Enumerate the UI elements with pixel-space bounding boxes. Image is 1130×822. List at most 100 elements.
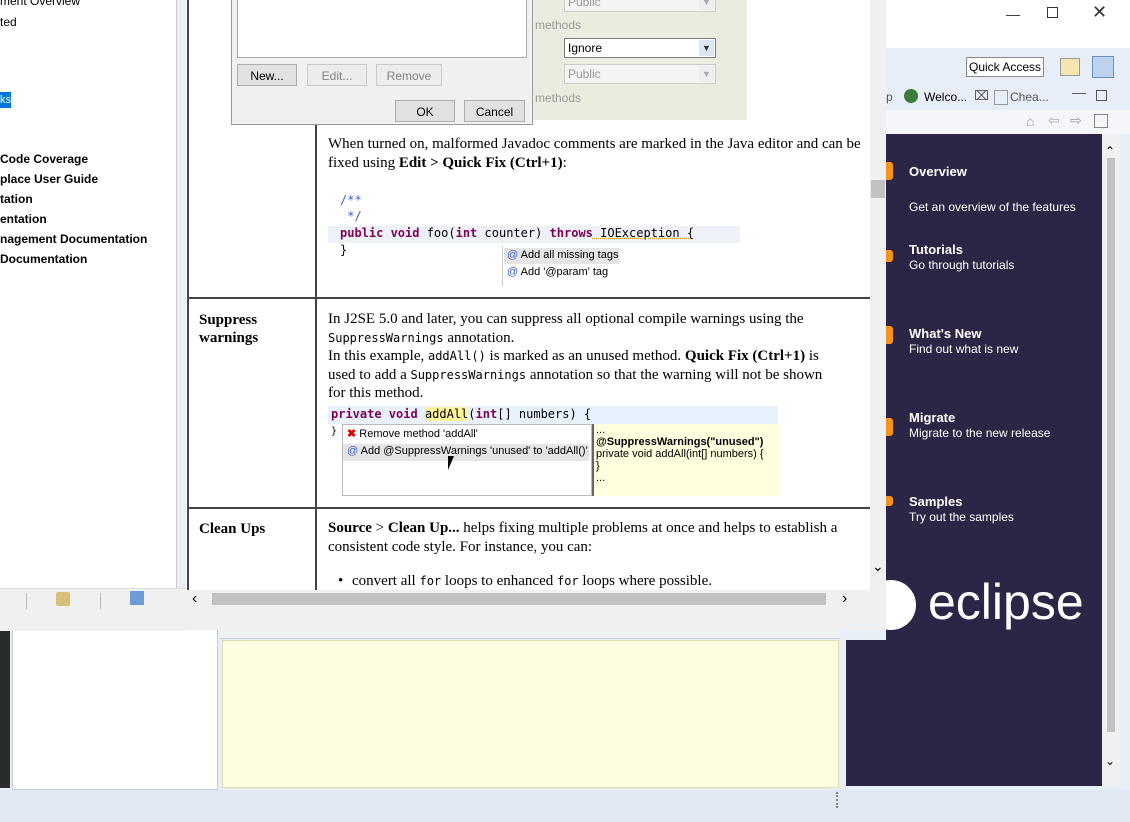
cleanups-bullet: • convert all for loops to enhanced for l… <box>338 572 862 590</box>
cancel-button[interactable]: Cancel <box>464 100 525 122</box>
welcome-item-whats-new[interactable]: What's New Find out what is new <box>886 324 1096 384</box>
quick-fix-preview: ... @SuppressWarnings("unused") private … <box>592 424 780 496</box>
popup-item-label: Add @SuppressWarnings 'unused' to 'addAl… <box>360 445 588 457</box>
view-minimize-icon[interactable]: — <box>1072 84 1086 100</box>
edit-button[interactable]: Edit... <box>307 64 367 86</box>
welcome-item-title: Migrate <box>909 410 956 425</box>
view-maximize-icon[interactable] <box>1096 90 1107 101</box>
text: for this method. <box>328 385 424 401</box>
text: used to add a <box>328 366 411 383</box>
chevron-down-icon: ▼ <box>699 40 714 56</box>
tree-item[interactable]: place User Guide <box>0 172 98 186</box>
code-text: IOException { <box>592 226 695 240</box>
popup-item[interactable]: @ Add @SuppressWarnings 'unused' to 'add… <box>347 445 588 457</box>
cheatsheet-tab-icon <box>994 90 1008 105</box>
scroll-left-icon[interactable]: ‹ <box>192 590 197 608</box>
welcome-item-overview[interactable]: Overview Get an overview of the features <box>886 160 1096 240</box>
text: convert all <box>352 573 420 589</box>
inline-code: addAll() <box>427 349 486 363</box>
new-button[interactable]: New... <box>237 64 297 86</box>
scroll-down-icon[interactable]: ⌄ <box>872 558 884 575</box>
samples-icon <box>886 496 893 506</box>
minimize-icon[interactable]: — <box>1006 6 1020 22</box>
tree-item[interactable]: Code Coverage <box>0 152 88 166</box>
bookmark-icon[interactable] <box>130 591 144 605</box>
code-line: private void addAll(int[] numbers) { <box>331 407 592 421</box>
code-text: counter) <box>477 226 543 240</box>
inline-code: for <box>419 574 442 588</box>
ok-button[interactable]: OK <box>395 100 455 122</box>
search-scope-icon[interactable] <box>56 592 70 606</box>
suppress-quick-fix-popup: ✖ Remove method 'addAll' @ Add @Suppress… <box>342 424 592 496</box>
resize-grip[interactable] <box>836 792 840 808</box>
welcome-page: Overview Get an overview of the features… <box>886 134 1102 786</box>
combo-value: Ignore <box>568 41 603 55</box>
preference-list[interactable] <box>237 0 527 58</box>
popup-item-label: Add '@param' tag <box>520 266 609 278</box>
preview-line: ... <box>596 424 606 436</box>
visibility-combo[interactable]: Public ▼ <box>564 64 716 84</box>
severity-combo[interactable]: Ignore ▼ <box>564 38 716 58</box>
tab-p[interactable]: p <box>886 90 893 104</box>
code-line: /** <box>340 193 362 207</box>
preference-options-area: methods methods Public ▼ Ignore ▼ Public ▼ <box>531 0 747 120</box>
welcome-item-title: What's New <box>909 326 982 341</box>
shortcut: Quick Fix (Ctrl+1) <box>684 348 806 364</box>
javadoc-tag-icon: @ <box>507 266 519 278</box>
tree-item[interactable]: Documentation <box>0 252 87 266</box>
popup-item[interactable]: @ Add all missing tags <box>507 249 618 261</box>
remove-button[interactable]: Remove <box>376 64 442 86</box>
open-perspective-icon[interactable] <box>1060 58 1080 76</box>
restore-welcome-icon[interactable] <box>1094 114 1108 128</box>
welcome-item-migrate[interactable]: Migrate Migrate to the new release <box>886 408 1096 468</box>
text: loops where possible. <box>578 573 712 589</box>
welcome-scrollbar[interactable]: ⌃ ⌄ <box>1102 134 1120 786</box>
help-vertical-scrollbar[interactable]: ⌄ <box>870 0 886 590</box>
popup-item[interactable]: @ Add '@param' tag <box>507 266 608 278</box>
help-horizontal-scrollbar[interactable]: ‹ › <box>186 590 886 630</box>
java-perspective-icon[interactable] <box>1092 56 1114 78</box>
tree-item-selected[interactable]: ks <box>0 92 11 108</box>
scroll-thumb[interactable] <box>871 180 885 198</box>
scroll-down-icon[interactable]: ⌄ <box>1105 754 1115 768</box>
home-icon[interactable]: ⌂ <box>1026 113 1034 129</box>
tree-item[interactable]: nagement Documentation <box>0 232 147 246</box>
code-keyword: int <box>475 407 498 421</box>
text: > <box>371 520 388 536</box>
tab-cheat-sheets[interactable]: Chea... <box>1010 90 1049 104</box>
forward-icon[interactable]: ⇨ <box>1070 112 1082 129</box>
annotation-icon: @ <box>347 445 359 457</box>
scroll-thumb[interactable] <box>212 593 826 605</box>
code-line: */ <box>340 209 362 223</box>
inline-code: SuppressWarnings <box>410 367 527 382</box>
back-icon[interactable]: ⇦ <box>1048 112 1060 129</box>
methods-label: methods <box>535 18 582 32</box>
quick-access-input[interactable]: Quick Access <box>966 57 1044 77</box>
table-border <box>187 0 189 590</box>
scroll-up-icon[interactable]: ⌃ <box>1105 144 1115 158</box>
tree-item[interactable]: ted <box>0 15 17 29</box>
text: is marked as an unused method. <box>485 348 685 364</box>
package-explorer-panel <box>12 628 218 790</box>
tree-item[interactable]: entation <box>0 212 47 226</box>
welcome-item-desc: Migrate to the new release <box>909 426 1051 440</box>
quick-fix-popup: @ Add all missing tags @ Add '@param' ta… <box>502 246 739 286</box>
close-icon[interactable]: ✕ <box>1092 2 1107 23</box>
tree-item[interactable]: tation <box>0 192 33 206</box>
tab-welcome[interactable]: Welco... <box>924 90 967 104</box>
scroll-right-icon[interactable]: › <box>842 590 847 608</box>
tab-close-icon[interactable]: ⌧ <box>974 88 989 104</box>
inline-code: SuppressWarnings <box>328 330 444 345</box>
tree-item[interactable]: ment Overview <box>0 0 80 8</box>
welcome-item-samples[interactable]: Samples Try out the samples <box>886 492 1096 552</box>
popup-item[interactable]: ✖ Remove method 'addAll' <box>347 427 478 440</box>
visibility-combo[interactable]: Public ▼ <box>564 0 716 12</box>
javadoc-shortcut: Edit > Quick Fix (Ctrl+1) <box>398 154 563 171</box>
tree-toolbar <box>0 588 186 631</box>
view-tabs: p Welco... ⌧ Chea... — <box>886 84 1130 110</box>
welcome-item-tutorials[interactable]: Tutorials Go through tutorials <box>886 240 1096 300</box>
chevron-down-icon: ▼ <box>699 66 714 82</box>
cleanups-description: Source > Clean Up... helps fixing multip… <box>328 519 868 556</box>
maximize-icon[interactable] <box>1047 7 1058 18</box>
scroll-thumb[interactable] <box>1107 158 1115 732</box>
